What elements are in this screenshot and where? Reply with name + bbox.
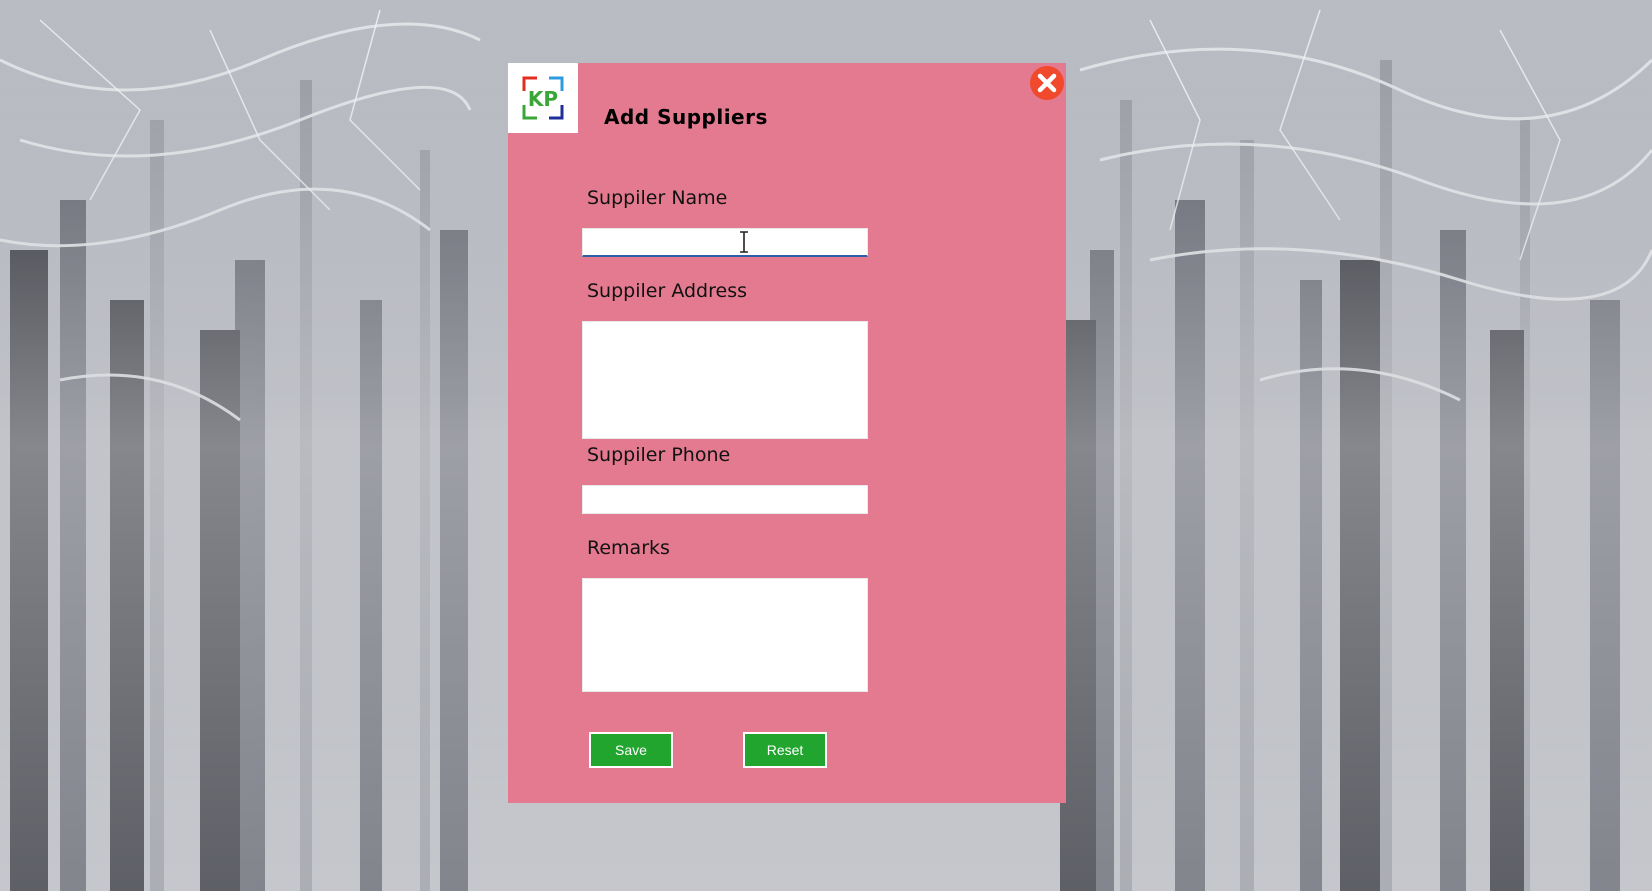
save-button[interactable]: Save bbox=[589, 732, 673, 768]
supplier-phone-input[interactable] bbox=[582, 485, 868, 514]
close-icon bbox=[1037, 73, 1057, 93]
supplier-name-input[interactable] bbox=[582, 228, 868, 257]
text-cursor-icon bbox=[740, 231, 748, 253]
add-suppliers-dialog: KP Add Suppliers Suppiler Name Suppiler … bbox=[508, 63, 1066, 803]
app-logo: KP bbox=[508, 63, 578, 133]
reset-button[interactable]: Reset bbox=[743, 732, 827, 768]
remarks-label: Remarks bbox=[587, 537, 670, 559]
supplier-phone-label: Suppiler Phone bbox=[587, 444, 731, 466]
supplier-address-textarea[interactable] bbox=[582, 321, 868, 439]
supplier-name-label: Suppiler Name bbox=[587, 187, 728, 209]
kp-logo-icon: KP bbox=[522, 76, 564, 120]
dialog-title: Add Suppliers bbox=[604, 105, 768, 129]
close-button[interactable] bbox=[1030, 66, 1064, 100]
supplier-address-label: Suppiler Address bbox=[587, 280, 747, 302]
remarks-textarea[interactable] bbox=[582, 578, 868, 692]
logo-text: KP bbox=[528, 87, 558, 111]
